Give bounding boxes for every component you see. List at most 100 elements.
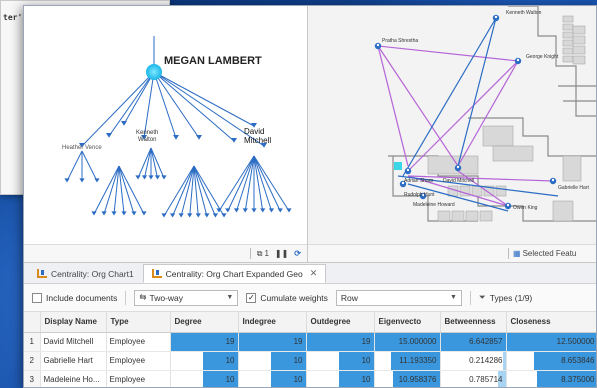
org-node[interactable] [141, 175, 148, 180]
close-icon[interactable]: ✕ [310, 268, 318, 279]
org-node[interactable] [121, 211, 127, 216]
org-node[interactable] [212, 213, 219, 218]
map-node[interactable] [492, 14, 500, 22]
page-selector[interactable]: ⧉ 1 [257, 249, 269, 259]
centrality-table[interactable]: Display Name Type Degree Indegree Outdeg… [24, 312, 596, 387]
direction-select[interactable]: ⇆ Two-way ▼ [134, 289, 239, 306]
cell-closeness[interactable]: 8.653846 [506, 351, 596, 371]
org-chart-toolbar: ⧉ 1 ❚❚ ⟳ [24, 244, 307, 262]
floor-plan-map[interactable]: Kenneth Walton Pratha Shrestha George Kn… [308, 6, 597, 262]
table-row[interactable]: 3 Madeleine Ho... Employee 10 10 10 10.9… [24, 370, 596, 387]
root-node[interactable] [146, 64, 162, 80]
org-node[interactable] [169, 213, 176, 218]
org-node[interactable] [94, 178, 100, 183]
map-node[interactable] [374, 42, 382, 50]
org-node[interactable] [231, 138, 237, 143]
checkbox-icon[interactable] [32, 292, 42, 303]
pause-button[interactable]: ❚❚ [275, 249, 288, 258]
cell-betweenness[interactable]: 6.642857 [440, 332, 507, 352]
cell-type[interactable]: Employee [106, 351, 171, 371]
col-header-closeness[interactable]: Closeness [506, 312, 596, 333]
org-node[interactable] [154, 175, 161, 180]
tab-centrality-org-chart1[interactable]: Centrality: Org Chart1 [28, 264, 143, 283]
row-select[interactable]: Row ▼ [335, 289, 462, 306]
selected-features-button[interactable]: ▦ Selected Featu [513, 249, 576, 258]
cell-degree[interactable]: 19 [170, 332, 239, 352]
org-node[interactable] [91, 211, 97, 216]
org-node[interactable] [204, 213, 210, 218]
cell-eigenvector[interactable]: 11.193350 [374, 351, 441, 371]
cell-closeness[interactable]: 12.500000 [506, 332, 596, 352]
org-node[interactable] [101, 211, 107, 216]
org-node[interactable] [161, 175, 167, 180]
org-node[interactable] [106, 133, 112, 138]
org-chart-graph[interactable]: MEGAN LAMBERT Heather Vence Kenneth Walto… [24, 6, 308, 244]
org-node[interactable] [233, 208, 240, 213]
col-header-indegree[interactable]: Indegree [238, 312, 307, 333]
cell-degree[interactable]: 10 [170, 351, 239, 371]
org-node[interactable] [195, 213, 201, 218]
cell-indegree[interactable]: 19 [238, 332, 307, 352]
org-node[interactable] [268, 208, 275, 213]
cell-betweenness[interactable]: 0.214286 [440, 351, 507, 371]
cumulate-weights-checkbox[interactable]: ✓ Cumulate weights [246, 292, 328, 303]
org-node[interactable] [242, 208, 248, 213]
include-documents-checkbox[interactable]: Include documents [32, 292, 117, 303]
org-chart-view[interactable]: MEGAN LAMBERT Heather Vence Kenneth Walto… [24, 6, 308, 262]
org-node[interactable] [178, 213, 184, 218]
map-node[interactable] [404, 167, 412, 175]
map-node[interactable] [454, 164, 462, 172]
col-header-display-name[interactable]: Display Name [40, 312, 107, 333]
table-row[interactable]: 2 Gabrielle Hart Employee 10 10 10 11.19… [24, 351, 596, 371]
types-filter-button[interactable]: ⏷ Types (1/9) [479, 292, 532, 303]
org-node[interactable] [225, 208, 231, 213]
cell-outdegree[interactable]: 10 [306, 351, 375, 371]
cell-eigenvector[interactable]: 10.958376 [374, 370, 441, 387]
org-node[interactable] [260, 208, 266, 213]
cell-indegree[interactable]: 10 [238, 370, 307, 387]
org-node[interactable] [187, 213, 193, 218]
map-node[interactable] [514, 57, 522, 65]
org-node[interactable] [131, 211, 137, 216]
cell-outdegree[interactable]: 10 [306, 370, 375, 387]
cell-type[interactable]: Employee [106, 370, 171, 387]
cell-closeness[interactable]: 8.375000 [506, 370, 596, 387]
org-node[interactable] [135, 175, 141, 180]
chevron-down-icon: ▼ [226, 294, 234, 301]
checkbox-checked-icon[interactable]: ✓ [246, 292, 257, 303]
cell-display-name[interactable]: David Mitchell [40, 332, 107, 352]
map-node[interactable] [504, 202, 512, 210]
col-header-outdegree[interactable]: Outdegree [306, 312, 375, 333]
org-node[interactable] [221, 213, 227, 218]
cell-degree[interactable]: 10 [170, 370, 239, 387]
cell-indegree[interactable]: 10 [238, 351, 307, 371]
col-header-degree[interactable]: Degree [170, 312, 239, 333]
org-node[interactable] [161, 213, 167, 218]
cell-eigenvector[interactable]: 15.000000 [374, 332, 441, 352]
cell-type[interactable]: Employee [106, 332, 171, 352]
cell-display-name[interactable]: Madeleine Ho... [40, 370, 107, 387]
org-node[interactable] [111, 211, 117, 216]
org-node[interactable] [277, 208, 283, 213]
map-node[interactable] [549, 177, 557, 185]
org-node[interactable] [251, 208, 257, 213]
org-node[interactable] [173, 135, 179, 140]
org-node[interactable] [148, 175, 154, 180]
org-node[interactable] [196, 135, 202, 140]
org-node[interactable] [141, 211, 147, 216]
layers-icon: ⧉ [256, 248, 263, 258]
table-row[interactable]: 1 David Mitchell Employee 19 19 19 15.00… [24, 332, 596, 352]
floor-plan-graph[interactable]: Kenneth Walton Pratha Shrestha George Kn… [308, 6, 597, 244]
col-header-eigenvector[interactable]: Eigenvecto [374, 312, 441, 333]
org-node[interactable] [286, 208, 292, 213]
refresh-button[interactable]: ⟳ [294, 249, 301, 258]
col-header-type[interactable]: Type [106, 312, 171, 333]
cell-outdegree[interactable]: 19 [306, 332, 375, 352]
col-header-betweenness[interactable]: Betweenness [440, 312, 507, 333]
cell-display-name[interactable]: Gabrielle Hart [40, 351, 107, 371]
org-node[interactable] [121, 121, 127, 126]
tab-centrality-org-chart-expanded-geo[interactable]: Centrality: Org Chart Expanded Geo ✕ [142, 264, 327, 283]
org-node[interactable] [79, 178, 85, 183]
cell-betweenness[interactable]: 0.785714 [440, 370, 507, 387]
org-node[interactable] [64, 178, 70, 183]
